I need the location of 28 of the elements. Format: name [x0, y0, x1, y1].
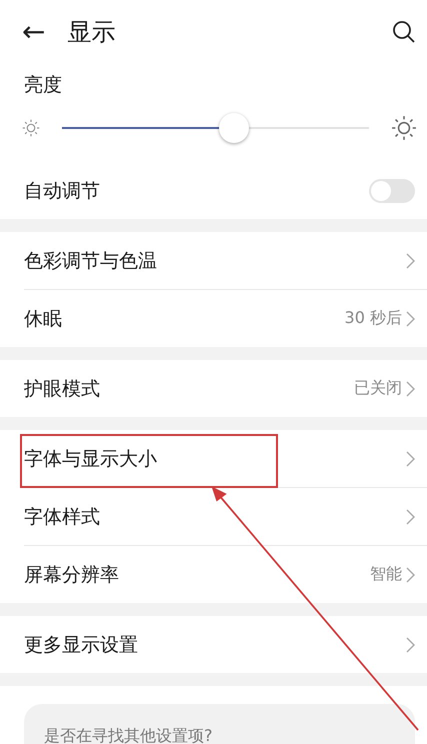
setting-label: 色彩调节与色温 [24, 248, 158, 274]
chevron-right-icon [406, 310, 415, 326]
setting-label: 自动调节 [24, 178, 101, 204]
sun-small-icon [22, 119, 40, 137]
slider-thumb[interactable] [218, 113, 249, 143]
setting-value: 已关闭 [354, 378, 402, 399]
chevron-right-icon [406, 380, 415, 396]
back-button[interactable]: ← [22, 18, 46, 46]
chevron-right-icon [406, 252, 415, 268]
page-title: 显示 [67, 17, 116, 48]
sun-large-icon [391, 115, 417, 141]
chevron-right-icon [406, 450, 415, 466]
search-icon[interactable] [391, 19, 417, 45]
chevron-right-icon [406, 566, 415, 582]
chevron-right-icon [406, 508, 415, 524]
brightness-label: 亮度 [23, 73, 63, 98]
setting-label: 字体样式 [24, 504, 101, 530]
setting-label: 屏幕分辨率 [24, 562, 120, 588]
toggle-switch[interactable] [369, 178, 415, 202]
setting-label: 更多显示设置 [24, 632, 139, 658]
suggestion-title: 是否在寻找其他设置项? [44, 726, 214, 744]
setting-label: 护眼模式 [24, 376, 101, 402]
setting-label: 字体与显示大小 [24, 446, 158, 472]
setting-value: 30 秒后 [344, 308, 402, 329]
brightness-slider[interactable] [62, 112, 369, 144]
setting-label: 休眠 [24, 306, 63, 332]
setting-value: 智能 [370, 564, 402, 585]
chevron-right-icon [406, 636, 415, 652]
